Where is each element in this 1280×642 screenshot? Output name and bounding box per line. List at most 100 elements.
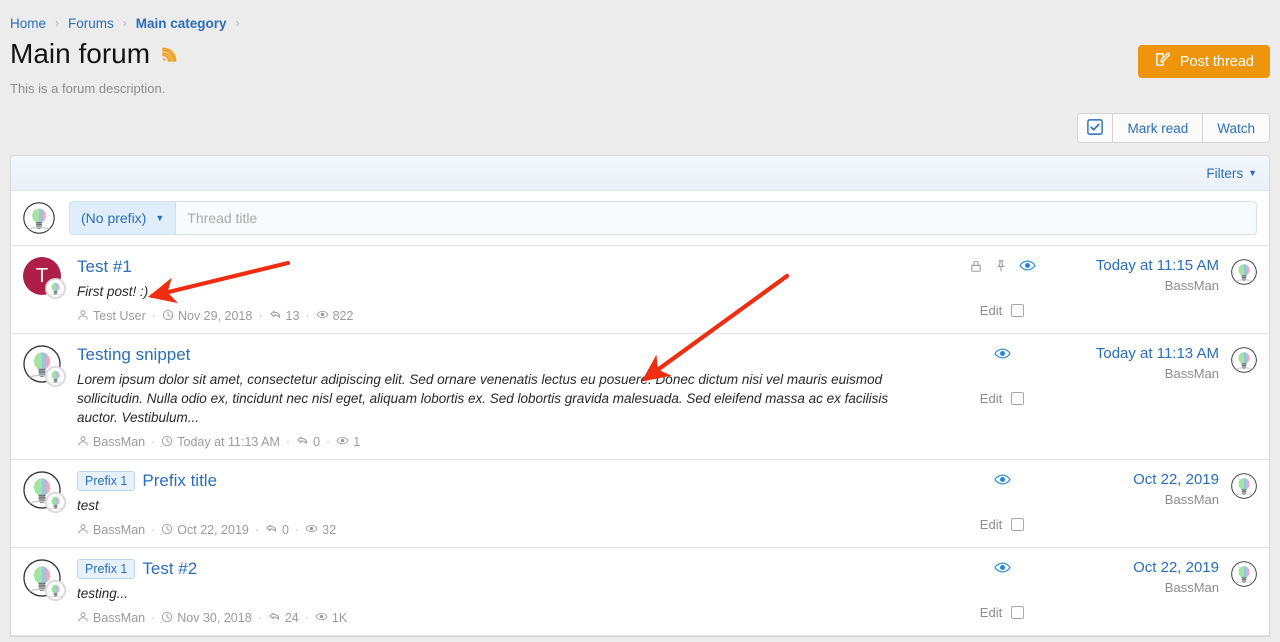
- thread-last-post: Oct 22, 2019 BassMan: [1062, 471, 1257, 538]
- thread-reply-count: 13: [269, 308, 300, 324]
- thread-date[interactable]: Nov 29, 2018: [162, 309, 252, 324]
- breadcrumb-item-main-category[interactable]: Main category: [136, 16, 227, 31]
- thread-date[interactable]: Oct 22, 2019: [161, 523, 249, 538]
- watch-button[interactable]: Watch: [1202, 113, 1270, 143]
- last-post-user[interactable]: BassMan: [1096, 278, 1219, 293]
- breadcrumb-item-forums[interactable]: Forums: [68, 16, 114, 31]
- thread-status-icons: [994, 345, 1011, 365]
- chevron-down-icon: ▼: [155, 214, 164, 223]
- last-post-avatar[interactable]: [1231, 259, 1257, 285]
- thread-author[interactable]: BassMan: [77, 523, 145, 538]
- thread-title-link[interactable]: Test #1: [77, 257, 132, 277]
- thread-title-link[interactable]: Testing snippet: [77, 345, 190, 365]
- filters-toggle[interactable]: Filters ▼: [1206, 166, 1257, 181]
- views-icon: [316, 308, 329, 324]
- mark-read-button[interactable]: Mark read: [1112, 113, 1203, 143]
- thread-main: Testing snippet Lorem ipsum dolor sit ame…: [77, 345, 942, 450]
- current-user-avatar[interactable]: [23, 202, 55, 234]
- thread-title-link[interactable]: Test #2: [142, 559, 197, 579]
- user-icon: [77, 523, 89, 538]
- last-post-text: Today at 11:13 AM BassMan: [1096, 345, 1219, 381]
- clock-icon: [162, 309, 174, 324]
- breadcrumb-item-home[interactable]: Home: [10, 16, 46, 31]
- last-post-date[interactable]: Today at 11:15 AM: [1096, 257, 1219, 274]
- thread-list-block: Filters ▼ (No prefix) ▼ TTest: [10, 155, 1270, 637]
- meta-separator: ·: [151, 435, 155, 449]
- thread-status-icons: [994, 471, 1011, 491]
- last-post-user[interactable]: BassMan: [1133, 580, 1219, 595]
- compose-pencil-icon: [1154, 51, 1171, 72]
- thread-select-checkbox[interactable]: [1011, 606, 1024, 619]
- lock-icon[interactable]: [969, 259, 983, 276]
- avatar[interactable]: T: [23, 257, 61, 295]
- thread-last-post: Today at 11:15 AM BassMan: [1062, 257, 1257, 324]
- last-post-avatar[interactable]: [1231, 347, 1257, 373]
- thread-edit-line: Edit: [980, 517, 1024, 532]
- forum-toolbar: Mark read Watch: [0, 113, 1280, 143]
- eye-icon[interactable]: [994, 559, 1011, 579]
- prefix-select[interactable]: (No prefix) ▼: [69, 201, 175, 235]
- clock-icon: [161, 523, 173, 538]
- avatar[interactable]: [23, 559, 61, 597]
- thread-snippet: testing...: [77, 584, 932, 603]
- last-post-user[interactable]: BassMan: [1133, 492, 1219, 507]
- last-post-avatar[interactable]: [1231, 561, 1257, 587]
- thread-select-checkbox[interactable]: [1011, 304, 1024, 317]
- thread-edit-link[interactable]: Edit: [980, 303, 1002, 318]
- thread-title-link[interactable]: Prefix title: [142, 471, 217, 491]
- views-icon: [305, 522, 318, 538]
- thread-meta: BassMan·Today at 11:13 AM·0·1: [77, 434, 932, 450]
- reply-icon: [265, 522, 278, 538]
- last-post-date[interactable]: Oct 22, 2019: [1133, 471, 1219, 488]
- thread-edit-line: Edit: [980, 303, 1024, 318]
- user-icon: [77, 435, 89, 450]
- thread-title-line: Test #1: [77, 257, 932, 277]
- last-post-date[interactable]: Today at 11:13 AM: [1096, 345, 1219, 362]
- thread-select-checkbox[interactable]: [1011, 392, 1024, 405]
- meta-separator: ·: [258, 309, 262, 323]
- reply-icon: [296, 434, 309, 450]
- meta-separator: ·: [151, 523, 155, 537]
- thread-prefix-badge[interactable]: Prefix 1: [77, 471, 135, 491]
- avatar-badge-icon: [45, 580, 66, 601]
- thread-edit-line: Edit: [980, 605, 1024, 620]
- last-post-user[interactable]: BassMan: [1096, 366, 1219, 381]
- pin-icon[interactable]: [994, 259, 1008, 276]
- eye-icon[interactable]: [994, 471, 1011, 491]
- thread-date[interactable]: Today at 11:13 AM: [161, 435, 280, 450]
- avatar-badge-icon: [45, 366, 66, 387]
- thread-view-count: 1: [336, 434, 360, 450]
- thread-author[interactable]: BassMan: [77, 611, 145, 626]
- avatar[interactable]: [23, 345, 61, 383]
- thread-select-checkbox[interactable]: [1011, 518, 1024, 531]
- last-post-date[interactable]: Oct 22, 2019: [1133, 559, 1219, 576]
- avatar[interactable]: [23, 471, 61, 509]
- rss-icon[interactable]: [160, 44, 180, 64]
- thread-edit-link[interactable]: Edit: [980, 391, 1002, 406]
- clock-icon: [161, 611, 173, 626]
- thread-author[interactable]: Test User: [77, 309, 146, 324]
- thread-reply-count: 0: [296, 434, 320, 450]
- eye-icon[interactable]: [994, 345, 1011, 365]
- thread-author[interactable]: BassMan: [77, 435, 145, 450]
- thread-date[interactable]: Nov 30, 2018: [161, 611, 251, 626]
- thread-meta: BassMan·Nov 30, 2018·24·1K: [77, 610, 932, 626]
- thread-title-input[interactable]: [175, 201, 1257, 235]
- views-icon: [315, 610, 328, 626]
- thread-last-post: Oct 22, 2019 BassMan: [1062, 559, 1257, 626]
- thread-title-line: Prefix 1 Prefix title: [77, 471, 932, 491]
- thread-snippet: First post! :): [77, 282, 932, 301]
- thread-prefix-badge[interactable]: Prefix 1: [77, 559, 135, 579]
- last-post-text: Oct 22, 2019 BassMan: [1133, 471, 1219, 507]
- thread-edit-link[interactable]: Edit: [980, 605, 1002, 620]
- thread-meta: Test User·Nov 29, 2018·13·822: [77, 308, 932, 324]
- select-all-button[interactable]: [1077, 113, 1113, 143]
- thread-edit-link[interactable]: Edit: [980, 517, 1002, 532]
- thread-snippet: Lorem ipsum dolor sit amet, consectetur …: [77, 370, 932, 427]
- reply-icon: [269, 308, 282, 324]
- thread-rows: T Test #1 First post! :) Test User · Nov 29, …: [11, 246, 1269, 636]
- post-thread-button[interactable]: Post thread: [1138, 45, 1270, 78]
- thread-status-column: Edit: [942, 257, 1062, 324]
- last-post-avatar[interactable]: [1231, 473, 1257, 499]
- eye-icon[interactable]: [1019, 257, 1036, 277]
